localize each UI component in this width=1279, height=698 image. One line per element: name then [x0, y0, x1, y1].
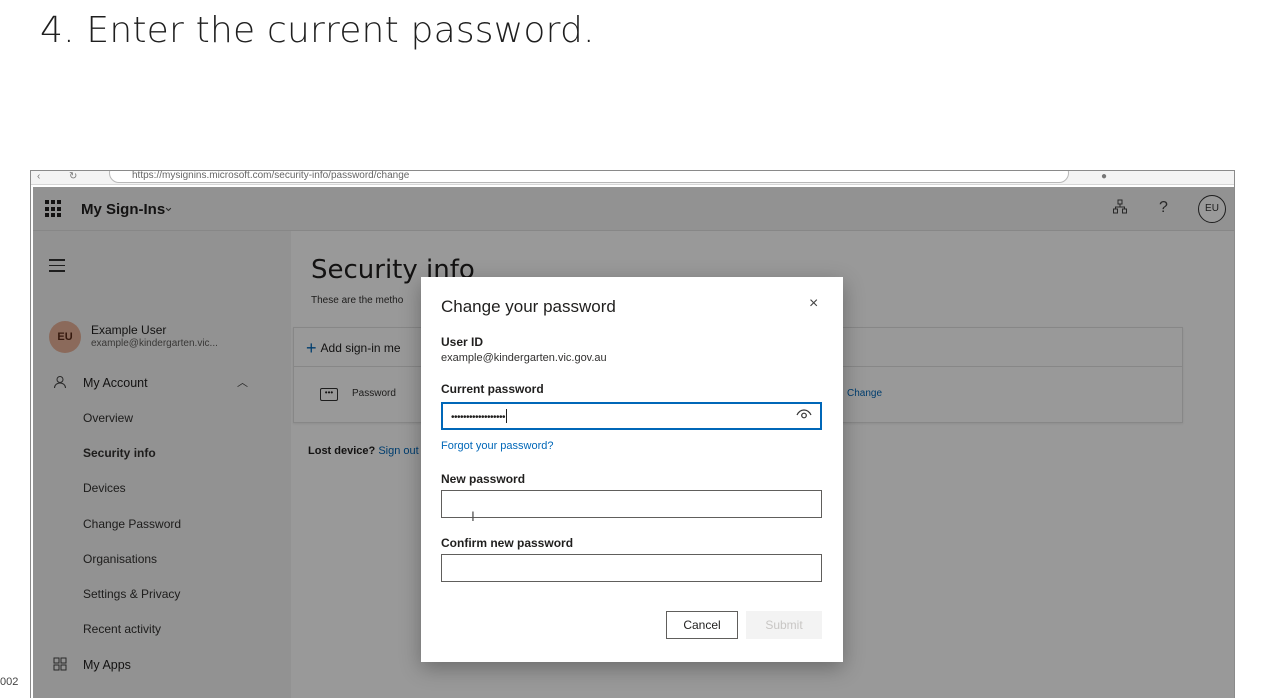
step-heading: 4. Enter the current password. — [40, 10, 595, 51]
cancel-button[interactable]: Cancel — [666, 611, 738, 639]
confirm-password-label: Confirm new password — [441, 536, 574, 550]
refresh-icon[interactable]: ↻ — [69, 171, 77, 182]
current-password-input[interactable]: •••••••••••••••••• — [441, 402, 822, 430]
profile-icon[interactable]: ● — [1101, 171, 1107, 182]
user-id-label: User ID — [441, 335, 484, 349]
new-password-label: New password — [441, 472, 526, 486]
close-icon[interactable]: × — [809, 295, 818, 313]
browser-toolbar: ‹ ↻ https://mysignins.microsoft.com/secu… — [31, 171, 1234, 185]
confirm-password-input[interactable] — [441, 554, 822, 582]
screenshot-frame: ‹ ↻ https://mysignins.microsoft.com/secu… — [30, 170, 1235, 698]
back-icon[interactable]: ‹ — [37, 171, 40, 182]
dialog-title: Change your password — [441, 297, 616, 316]
eye-icon[interactable] — [796, 408, 812, 423]
user-id-value: example@kindergarten.vic.gov.au — [441, 352, 607, 364]
change-password-dialog: Change your password × User ID example@k… — [421, 277, 843, 662]
text-cursor-icon: I — [471, 508, 475, 524]
my-sign-ins-app: My Sign-Ins ⌄ ? EU EU Example User examp… — [33, 187, 1234, 698]
forgot-password-link[interactable]: Forgot your password? — [441, 440, 554, 452]
current-password-label: Current password — [441, 382, 544, 396]
submit-button[interactable]: Submit — [746, 611, 822, 639]
address-bar[interactable]: https://mysignins.microsoft.com/security… — [109, 171, 1069, 183]
masked-password: •••••••••••••••••• — [451, 409, 508, 423]
new-password-input[interactable] — [441, 490, 822, 518]
page-number: 002 — [0, 676, 19, 688]
